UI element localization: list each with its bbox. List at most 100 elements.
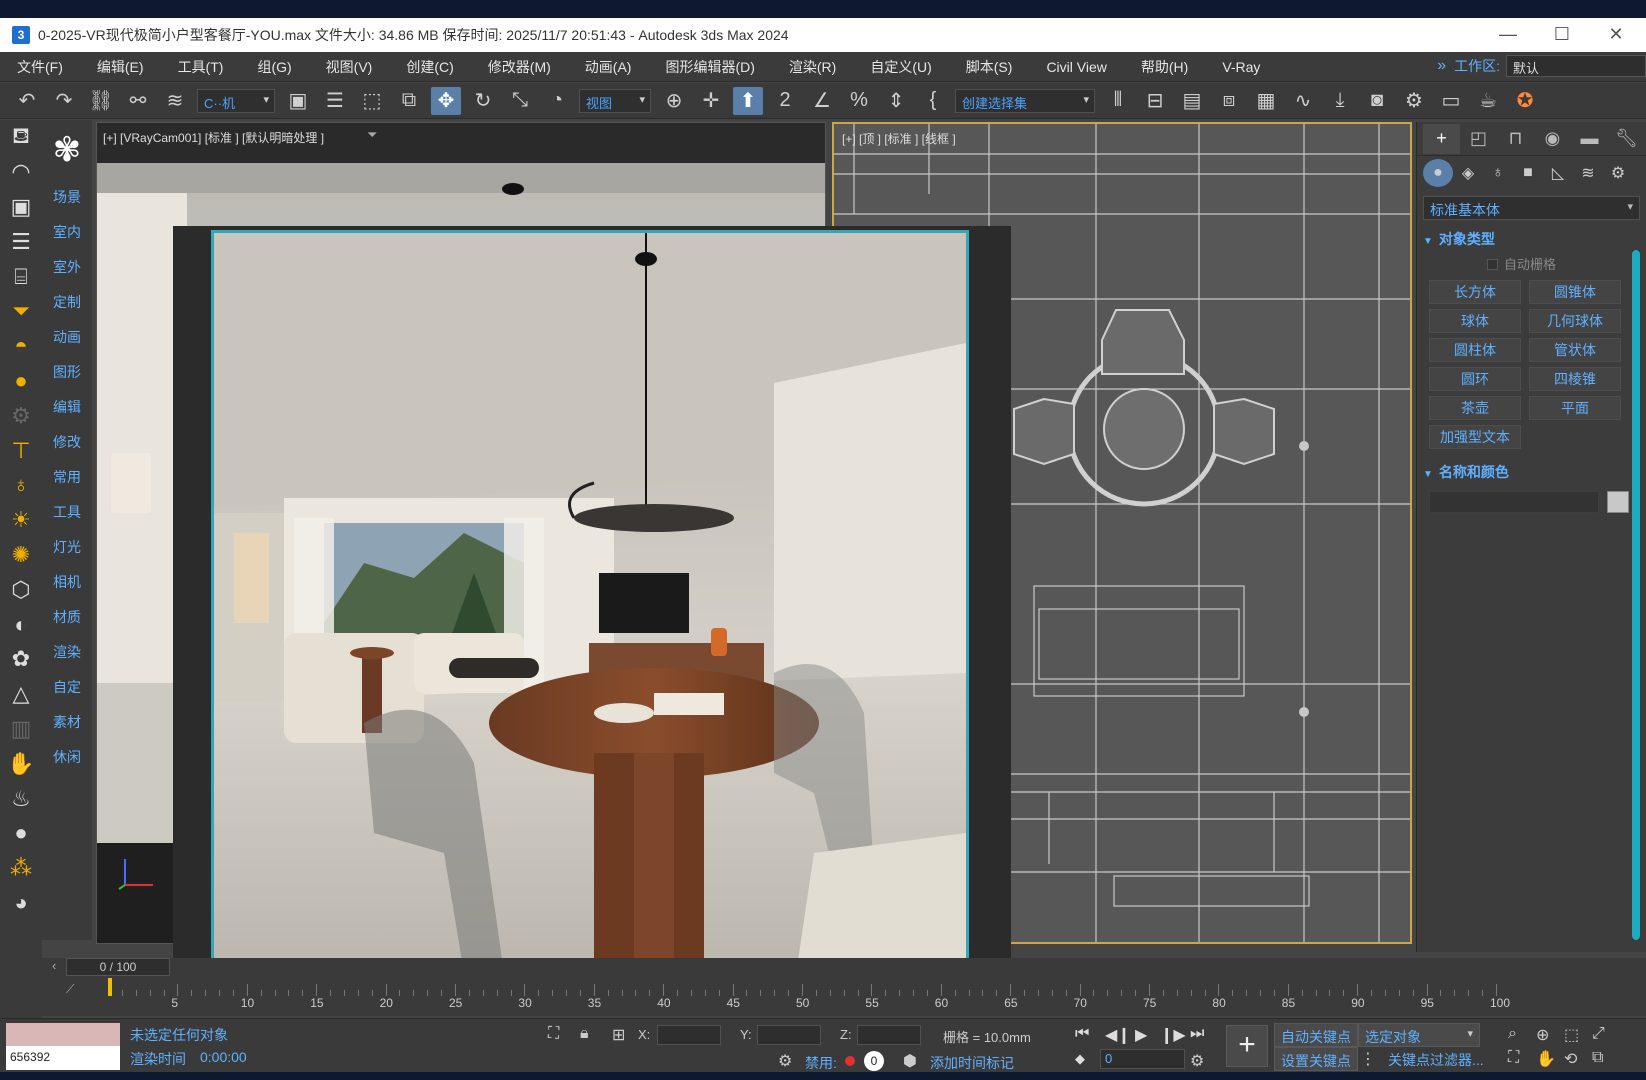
- cone-button[interactable]: 圆锥体: [1529, 280, 1621, 304]
- auto-key-button[interactable]: 自动关键点: [1274, 1023, 1358, 1047]
- pivot-center-icon[interactable]: ⊕: [659, 87, 689, 115]
- snaps-toggle-icon[interactable]: 2: [770, 87, 800, 115]
- sphere-button[interactable]: 球体: [1429, 309, 1521, 333]
- render-production-icon[interactable]: ☕: [1473, 87, 1503, 115]
- scene-tab-assets[interactable]: 素材: [42, 705, 92, 740]
- undo-icon[interactable]: ↶: [12, 87, 42, 115]
- toggle-scene-explorer-icon[interactable]: ▤: [1177, 87, 1207, 115]
- menu-customize[interactable]: 自定义(U): [853, 57, 948, 77]
- go-to-end-icon[interactable]: ⏭: [1190, 1025, 1204, 1043]
- zoom-all-icon[interactable]: ⊕: [1536, 1025, 1549, 1045]
- menu-file[interactable]: 文件(F): [0, 57, 80, 77]
- set-key-plus-icon[interactable]: +: [1226, 1025, 1268, 1067]
- workspace-dropdown[interactable]: 默认: [1506, 55, 1646, 77]
- orbit-icon[interactable]: ⟲: [1564, 1049, 1577, 1069]
- motion-tab-icon[interactable]: ◉: [1534, 124, 1571, 154]
- x-coordinate-field[interactable]: [657, 1025, 721, 1045]
- track-bar[interactable]: 5 10 15 20 25 30 35 40 45 50 55 60 65 70 75 80 85 90 95 100: [108, 978, 1618, 1010]
- cameras-icon[interactable]: ■: [1513, 159, 1543, 187]
- vray-icon[interactable]: ✪: [1510, 87, 1540, 115]
- rect-selection-icon[interactable]: ⬚: [357, 87, 387, 115]
- scene-tab-edit[interactable]: 编辑: [42, 390, 92, 425]
- menu-modifiers[interactable]: 修改器(M): [471, 57, 568, 77]
- starburst-icon[interactable]: ✺: [0, 538, 42, 573]
- fire-icon[interactable]: ♨: [0, 781, 42, 816]
- bind-space-warp-icon[interactable]: ≋: [160, 87, 190, 115]
- keyboard-shortcut-override-icon[interactable]: ⬆: [733, 86, 763, 115]
- globe-icon[interactable]: ◐: [0, 607, 42, 642]
- select-place-icon[interactable]: ◔: [542, 87, 572, 115]
- teapot-icon[interactable]: ⛾: [0, 120, 42, 155]
- select-rotate-icon[interactable]: ↻: [468, 87, 498, 115]
- sphere-icon[interactable]: ●: [0, 364, 42, 399]
- rendered-frame-window-icon[interactable]: ▭: [1436, 87, 1466, 115]
- mirror-icon[interactable]: ⫴: [1103, 87, 1133, 115]
- z-coordinate-field[interactable]: [857, 1025, 921, 1045]
- select-manipulate-icon[interactable]: ✛: [696, 87, 726, 115]
- scene-tab-render[interactable]: 渲染: [42, 635, 92, 670]
- menu-tools[interactable]: 工具(T): [161, 57, 241, 77]
- systems-icon[interactable]: ⚙: [1603, 159, 1633, 187]
- pyramid-button[interactable]: 四棱锥: [1529, 367, 1621, 391]
- play-icon[interactable]: ▶: [1135, 1025, 1147, 1045]
- maxscript-listener[interactable]: 656392: [6, 1023, 120, 1071]
- menu-rendering[interactable]: 渲染(R): [772, 57, 853, 77]
- render-setup-icon[interactable]: ⚙: [1399, 87, 1429, 115]
- select-by-name-icon[interactable]: ☰: [320, 87, 350, 115]
- cylinder-button[interactable]: 圆柱体: [1429, 338, 1521, 362]
- utilities-tab-wrench-icon[interactable]: 🔧︎: [1608, 124, 1645, 154]
- gear-icon[interactable]: ⚙: [0, 398, 42, 433]
- scene-tab-custom[interactable]: 定制: [42, 285, 92, 320]
- zoom-extents-icon[interactable]: ⬚: [1564, 1025, 1579, 1045]
- maximize-viewport-icon[interactable]: ⧉: [1592, 1049, 1603, 1067]
- unlink-icon[interactable]: ⚯: [123, 87, 153, 115]
- torus-button[interactable]: 圆环: [1429, 367, 1521, 391]
- add-time-tag[interactable]: 添加时间标记: [930, 1053, 1014, 1073]
- select-move-icon[interactable]: ✥: [431, 86, 461, 115]
- window-crossing-icon[interactable]: ⧉: [394, 87, 424, 115]
- key-mode-icon[interactable]: ◆: [1075, 1051, 1085, 1067]
- menu-vray[interactable]: V-Ray: [1205, 59, 1277, 75]
- menu-create[interactable]: 创建(C): [389, 57, 470, 77]
- menu-group[interactable]: 组(G): [240, 57, 308, 77]
- scene-tab-materials[interactable]: 材质: [42, 600, 92, 635]
- menu-scripting[interactable]: 脚本(S): [949, 57, 1030, 77]
- key-filters-icon[interactable]: ⋮: [1360, 1049, 1376, 1069]
- tube-button[interactable]: 管状体: [1529, 338, 1621, 362]
- schematic-view-icon[interactable]: ⤓: [1325, 87, 1355, 115]
- ribbon-icon[interactable]: ▦: [1251, 87, 1281, 115]
- display-tab-icon[interactable]: ▬: [1571, 124, 1608, 154]
- time-config-icon[interactable]: ⚙: [1190, 1051, 1204, 1071]
- orbit-icon[interactable]: ◠: [0, 155, 42, 190]
- top-viewport-label[interactable]: [+] [顶 ] [标准 ] [线框 ]: [842, 130, 956, 147]
- menu-help[interactable]: 帮助(H): [1124, 57, 1205, 77]
- menu-animation[interactable]: 动画(A): [568, 57, 649, 77]
- key-selection-dropdown[interactable]: 选定对象 ▾: [1358, 1023, 1480, 1047]
- camera-viewport-label[interactable]: [+] [VRayCam001] [标准 ] [默认明暗处理 ]: [103, 129, 324, 146]
- select-scale-icon[interactable]: ⤡: [505, 87, 535, 115]
- pyramid-icon[interactable]: △: [0, 677, 42, 712]
- cluster-icon[interactable]: ⁂: [0, 851, 42, 886]
- maximize-button[interactable]: ☐: [1536, 18, 1588, 52]
- camera-icon[interactable]: ⌸: [0, 259, 42, 294]
- plane-button[interactable]: 平面: [1529, 396, 1621, 420]
- shapes-icon[interactable]: ◈: [1453, 159, 1483, 187]
- scene-tab-common[interactable]: 常用: [42, 460, 92, 495]
- prev-frame-chevron-icon[interactable]: ‹: [52, 958, 56, 973]
- y-coordinate-field[interactable]: [757, 1025, 821, 1045]
- scene-tab-animation[interactable]: 动画: [42, 320, 92, 355]
- dome-icon[interactable]: ◓: [0, 329, 42, 364]
- spinner-snap-icon[interactable]: ⇕: [881, 87, 911, 115]
- scene-tab-exterior[interactable]: 室外: [42, 250, 92, 285]
- menu-graph-editors[interactable]: 图形编辑器(D): [648, 57, 771, 77]
- brick-icon[interactable]: ▥: [0, 712, 42, 747]
- text-plus-button[interactable]: 加强型文本: [1429, 425, 1521, 449]
- selection-filter-dropdown[interactable]: C··机: [197, 88, 275, 113]
- expand-chevron-icon[interactable]: »: [1437, 57, 1446, 75]
- menu-edit[interactable]: 编辑(E): [80, 57, 161, 77]
- minimize-button[interactable]: —: [1482, 18, 1534, 52]
- menu-civil-view[interactable]: Civil View: [1029, 59, 1123, 75]
- scene-tab-shapes[interactable]: 图形: [42, 355, 92, 390]
- curve-editor-icon[interactable]: ∿: [1288, 87, 1318, 115]
- current-frame-field[interactable]: 0: [1100, 1049, 1185, 1069]
